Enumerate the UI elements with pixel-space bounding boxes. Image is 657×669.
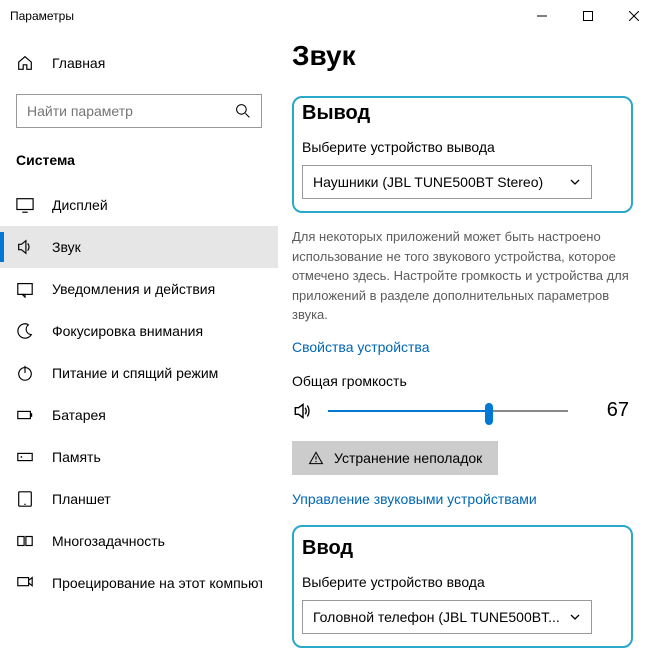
home-button[interactable]: Главная — [0, 46, 278, 80]
nav-label: Питание и спящий режим — [52, 365, 218, 381]
sound-icon — [16, 238, 34, 256]
category-title: Система — [0, 152, 278, 184]
nav-item-display[interactable]: Дисплей — [0, 184, 278, 226]
nav-item-power[interactable]: Питание и спящий режим — [0, 352, 278, 394]
volume-row: 67 — [292, 399, 633, 423]
storage-icon — [16, 448, 34, 466]
tablet-icon — [16, 490, 34, 508]
window-controls — [519, 0, 657, 32]
volume-label: Общая громкость — [292, 373, 633, 389]
home-icon — [16, 54, 34, 72]
nav-item-storage[interactable]: Память — [0, 436, 278, 478]
nav-item-tablet[interactable]: Планшет — [0, 478, 278, 520]
output-select-label: Выберите устройство вывода — [302, 139, 623, 155]
speaker-icon[interactable] — [292, 400, 314, 422]
nav-label: Планшет — [52, 491, 111, 507]
nav-item-sound[interactable]: Звук — [0, 226, 278, 268]
input-device-select[interactable]: Головной телефон (JBL TUNE500BT... — [302, 600, 592, 634]
output-description: Для некоторых приложений может быть наст… — [292, 227, 632, 325]
notifications-icon — [16, 280, 34, 298]
minimize-button[interactable] — [519, 0, 565, 32]
output-device-select[interactable]: Наушники (JBL TUNE500BT Stereo) — [302, 165, 592, 199]
page-title: Звук — [292, 40, 633, 72]
nav-item-project[interactable]: Проецирование на этот компьютер — [0, 562, 278, 604]
slider-thumb[interactable] — [485, 403, 493, 425]
search-input[interactable] — [27, 103, 235, 119]
sidebar: Главная Система Дисплей Звук Уведомления… — [0, 32, 278, 669]
troubleshoot-button[interactable]: Устранение неполадок — [292, 441, 498, 475]
project-icon — [16, 574, 34, 592]
nav-label: Многозадачность — [52, 533, 165, 549]
maximize-button[interactable] — [565, 0, 611, 32]
search-box[interactable] — [16, 94, 262, 128]
input-highlight: Ввод Выберите устройство ввода Головной … — [292, 525, 633, 648]
volume-value: 67 — [607, 399, 633, 422]
device-properties-link[interactable]: Свойства устройства — [292, 339, 633, 355]
nav-item-focus[interactable]: Фокусировка внимания — [0, 310, 278, 352]
moon-icon — [16, 322, 34, 340]
input-heading: Ввод — [302, 537, 623, 560]
nav-label: Уведомления и действия — [52, 281, 215, 297]
search-icon — [235, 103, 251, 119]
nav-item-notifications[interactable]: Уведомления и действия — [0, 268, 278, 310]
nav-label: Звук — [52, 239, 81, 255]
nav-label: Память — [52, 449, 101, 465]
chevron-down-icon — [569, 611, 581, 623]
output-heading: Вывод — [302, 102, 623, 125]
nav-label: Фокусировка внимания — [52, 323, 203, 339]
volume-slider[interactable] — [328, 399, 568, 423]
window-title: Параметры — [10, 9, 519, 23]
input-device-value: Головной телефон (JBL TUNE500BT... — [313, 609, 560, 625]
multitask-icon — [16, 532, 34, 550]
titlebar: Параметры — [0, 0, 657, 32]
output-device-value: Наушники (JBL TUNE500BT Stereo) — [313, 174, 543, 190]
chevron-down-icon — [569, 176, 581, 188]
input-select-label: Выберите устройство ввода — [302, 574, 623, 590]
nav-item-battery[interactable]: Батарея — [0, 394, 278, 436]
battery-icon — [16, 406, 34, 424]
nav-list: Дисплей Звук Уведомления и действия Фоку… — [0, 184, 278, 604]
manage-devices-link[interactable]: Управление звуковыми устройствами — [292, 491, 633, 507]
power-icon — [16, 364, 34, 382]
slider-fill — [328, 410, 489, 412]
output-highlight: Вывод Выберите устройство вывода Наушник… — [292, 96, 633, 213]
nav-item-multitask[interactable]: Многозадачность — [0, 520, 278, 562]
main-content: Звук Вывод Выберите устройство вывода На… — [278, 32, 657, 669]
nav-label: Проецирование на этот компьютер — [52, 575, 262, 591]
warning-icon — [308, 450, 324, 466]
home-label: Главная — [52, 55, 105, 71]
close-button[interactable] — [611, 0, 657, 32]
troubleshoot-label: Устранение неполадок — [334, 450, 482, 466]
nav-label: Дисплей — [52, 197, 108, 213]
nav-label: Батарея — [52, 407, 106, 423]
display-icon — [16, 196, 34, 214]
